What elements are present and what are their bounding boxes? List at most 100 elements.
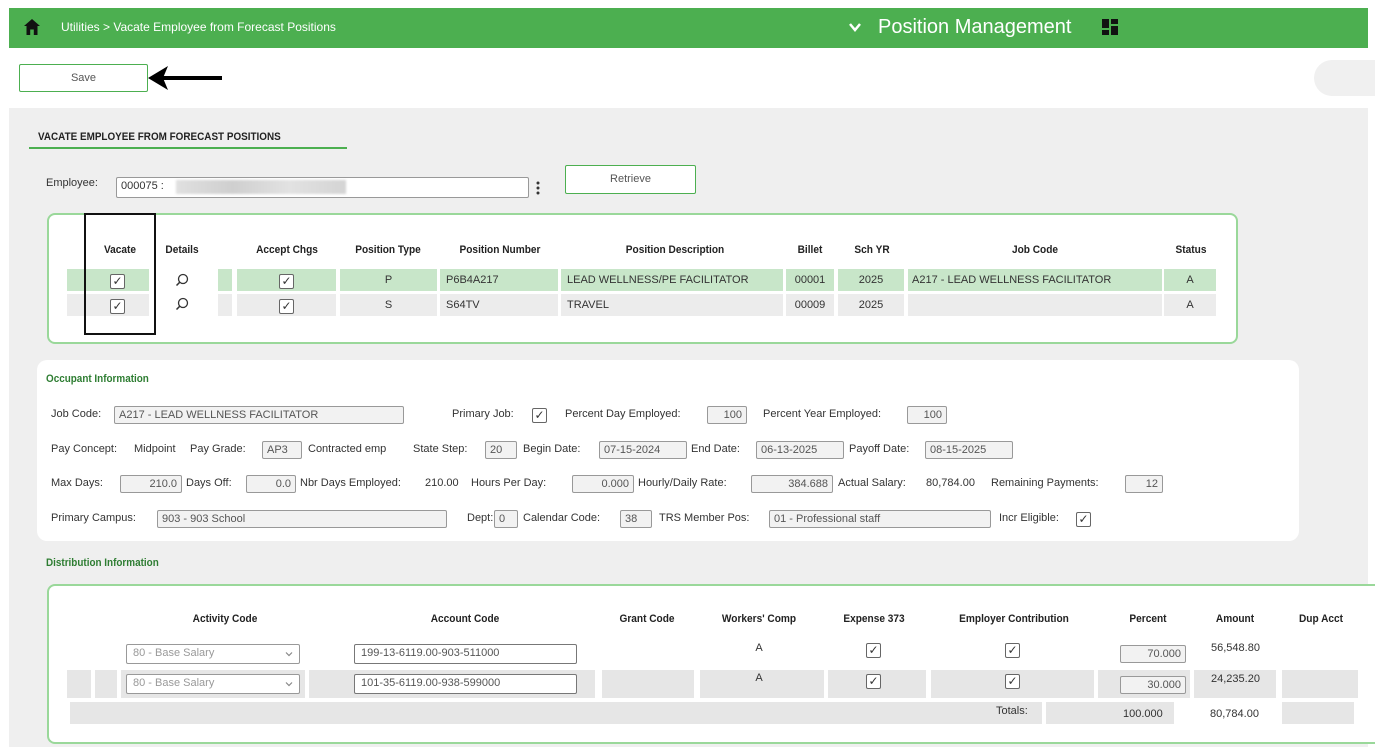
activity-code-select[interactable]: 80 - Base Salary (126, 674, 300, 694)
row-cell-bg (95, 670, 117, 698)
trs-member-label: TRS Member Pos: (659, 512, 750, 524)
col-position-description: Position Description (625, 244, 725, 256)
position-number: S64TV (446, 299, 480, 311)
col-accept-chgs: Accept Chgs (256, 244, 318, 256)
col-account-code: Account Code (430, 613, 500, 625)
nbr-days-label: Nbr Days Employed: (300, 477, 401, 489)
percent-year-field: 100 (907, 406, 947, 424)
days-off-field: 0.0 (246, 475, 296, 493)
percent-field[interactable]: 30.000 (1120, 676, 1186, 694)
billet: 00001 (794, 274, 826, 286)
primary-campus-field: 903 - 903 School (157, 510, 447, 528)
col-details: Details (165, 244, 199, 256)
rate-field: 384.688 (751, 475, 833, 493)
details-search-icon[interactable] (175, 273, 189, 287)
percent-year-label: Percent Year Employed: (763, 408, 882, 420)
primary-job-label: Primary Job: (452, 408, 514, 420)
position-type: P (384, 274, 393, 286)
col-job-code: Job Code (1011, 244, 1059, 256)
details-search-icon[interactable] (175, 297, 189, 311)
percent-day-field: 100 (707, 406, 747, 424)
col-status: Status (1175, 244, 1207, 256)
breadcrumb[interactable]: Utilities > Vacate Employee from Forecas… (61, 20, 336, 34)
row-cell-bg (1282, 702, 1354, 724)
expense-373-checkbox[interactable]: ✓ (866, 643, 881, 658)
nbr-days-value: 210.00 (425, 477, 459, 489)
chevron-down-icon[interactable] (847, 19, 863, 35)
row-cell-bg (218, 269, 232, 291)
account-code-field[interactable]: 199-13-6119.00-903-511000 (354, 644, 577, 664)
col-position-number: Position Number (459, 244, 541, 256)
actual-salary-label: Actual Salary: (838, 477, 906, 489)
accept-chgs-checkbox[interactable]: ✓ (279, 299, 294, 314)
activity-code-value: 80 - Base Salary (133, 647, 215, 659)
row-cell-bg (67, 670, 91, 698)
remaining-payments-field: 12 (1125, 475, 1163, 493)
state-step-label: State Step: (413, 443, 468, 455)
percent-field[interactable]: 70.000 (1120, 645, 1186, 663)
rate-label: Hourly/Daily Rate: (638, 477, 727, 489)
col-billet: Billet (797, 244, 823, 256)
trs-member-field: 01 - Professional staff (769, 510, 991, 528)
title-underline (29, 147, 347, 149)
max-days-label: Max Days: (51, 477, 103, 489)
job-code: A217 - LEAD WELLNESS FACILITATOR (912, 274, 1112, 286)
col-activity-code: Activity Code (192, 613, 258, 625)
begin-date-field: 07-15-2024 (599, 441, 687, 459)
position-description: TRAVEL (567, 299, 609, 311)
total-percent: 100.000 (1123, 708, 1163, 720)
annotation-highlight-box (84, 213, 156, 335)
col-percent: Percent (1129, 613, 1167, 625)
pay-grade-label: Pay Grade: (190, 443, 246, 455)
home-icon[interactable] (23, 18, 41, 36)
top-bar: Utilities > Vacate Employee from Forecas… (9, 8, 1368, 48)
col-grant-code: Grant Code (619, 613, 675, 625)
primary-job-checkbox[interactable]: ✓ (532, 408, 547, 423)
actual-salary-value: 80,784.00 (926, 477, 975, 489)
calendar-code-label: Calendar Code: (523, 512, 601, 524)
col-amount: Amount (1215, 613, 1255, 625)
incr-eligible-checkbox[interactable]: ✓ (1076, 512, 1091, 527)
workers-comp: A (755, 672, 763, 684)
activity-code-value: 80 - Base Salary (133, 677, 215, 689)
primary-campus-label: Primary Campus: (51, 512, 136, 524)
col-dup-acct: Dup Acct (1298, 613, 1344, 625)
pay-concept-label: Pay Concept: (51, 443, 118, 455)
position-number: P6B4A217 (446, 274, 499, 286)
remaining-payments-label: Remaining Payments: (991, 477, 1099, 489)
chevron-down-icon (285, 652, 293, 657)
sch-yr: 2025 (858, 299, 884, 311)
retrieve-button[interactable]: Retrieve (565, 165, 696, 194)
row-cell-bg (218, 294, 232, 316)
end-date-label: End Date: (691, 443, 740, 455)
days-off-label: Days Off: (186, 477, 232, 489)
payoff-date-label: Payoff Date: (849, 443, 910, 455)
employer-contribution-checkbox[interactable]: ✓ (1005, 674, 1020, 689)
incr-eligible-label: Incr Eligible: (999, 512, 1059, 524)
col-employer-contribution: Employer Contribution (959, 613, 1069, 625)
billet: 00009 (794, 299, 826, 311)
expense-373-checkbox[interactable]: ✓ (866, 674, 881, 689)
accept-chgs-checkbox[interactable]: ✓ (279, 274, 294, 289)
app-grid-icon[interactable] (1101, 18, 1119, 36)
max-days-field: 210.0 (120, 475, 182, 493)
row-cell-bg (1282, 670, 1358, 698)
job-code-field: A217 - LEAD WELLNESS FACILITATOR (114, 406, 404, 424)
sch-yr: 2025 (858, 274, 884, 286)
job-code-label: Job Code: (51, 408, 102, 420)
status: A (1186, 274, 1194, 286)
account-code-field[interactable]: 101-35-6119.00-938-599000 (354, 674, 577, 694)
side-toggle[interactable] (1314, 60, 1375, 96)
activity-code-select[interactable]: 80 - Base Salary (126, 644, 300, 664)
total-amount: 80,784.00 (1210, 708, 1259, 720)
employer-contribution-checkbox[interactable]: ✓ (1005, 643, 1020, 658)
begin-date-label: Begin Date: (523, 443, 581, 455)
amount-value: 56,548.80 (1211, 642, 1260, 654)
job-code (912, 294, 1162, 316)
payoff-date-field: 08-15-2025 (925, 441, 1013, 459)
col-position-type: Position Type (355, 244, 421, 256)
save-button[interactable]: Save (19, 64, 148, 92)
hours-per-day-field: 0.000 (572, 475, 634, 493)
kebab-menu-icon[interactable] (535, 180, 541, 196)
totals-strip (70, 702, 1042, 724)
